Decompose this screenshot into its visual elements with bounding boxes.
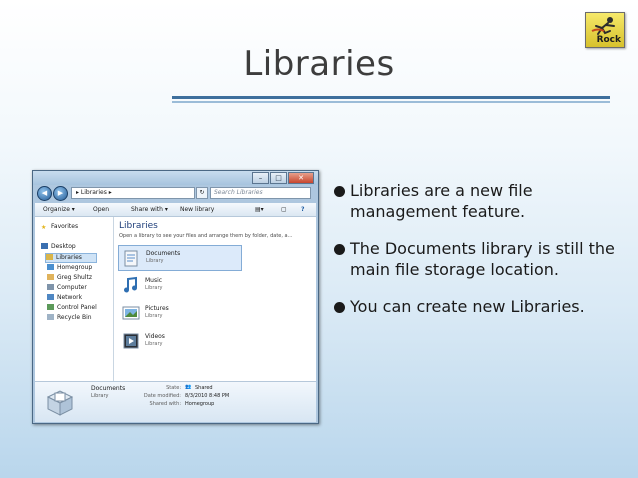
new-library-button[interactable]: New library — [180, 205, 214, 214]
back-arrow-icon[interactable]: ◀ — [37, 186, 52, 201]
documents-icon — [124, 250, 138, 267]
maximize-button[interactable]: □ — [270, 172, 287, 184]
bullet-text: You can create new Libraries. — [350, 297, 585, 316]
minimize-button[interactable]: – — [252, 172, 269, 184]
libraries-icon — [46, 254, 53, 260]
preview-pane-icon[interactable]: ▢ — [281, 205, 287, 214]
library-item-pictures[interactable]: Pictures Library — [118, 301, 240, 325]
library-content-pane: Libraries Open a library to see your fil… — [114, 217, 316, 381]
details-type: Library — [91, 393, 109, 399]
pictures-icon — [122, 306, 140, 320]
bullet-dot-icon — [334, 186, 345, 197]
address-bar[interactable]: ▸ Libraries ▸ — [71, 187, 195, 199]
state-value: Shared — [195, 385, 213, 391]
title-underline — [172, 96, 610, 99]
recycle-bin-icon — [47, 314, 54, 320]
view-options-icon[interactable]: ▤▾ — [255, 205, 264, 214]
bullet-dot-icon — [334, 302, 345, 313]
command-toolbar: Organize ▾ Open Share with ▾ New library… — [35, 203, 316, 217]
navigation-pane: ★ Favorites Desktop Libraries Homegroup G… — [35, 217, 114, 381]
bullet-list: Libraries are a new file management feat… — [334, 180, 630, 333]
date-modified-label: Date modified: — [143, 393, 181, 399]
nav-item-control-panel[interactable]: Control Panel — [47, 304, 97, 312]
state-label: State: — [166, 385, 181, 391]
bullet-item: The Documents library is still the main … — [334, 238, 630, 280]
open-button[interactable]: Open — [93, 205, 109, 214]
nav-item-homegroup[interactable]: Homegroup — [47, 264, 92, 272]
shared-with-value: Homegroup — [185, 401, 215, 407]
logo-label: Rock — [596, 35, 621, 45]
library-item-documents[interactable]: Documents Library — [118, 245, 242, 271]
explorer-window-screenshot: – □ ✕ ◀ ▶ ▸ Libraries ▸ ↻ Search Librari… — [32, 170, 319, 424]
user-folder-icon — [47, 274, 54, 280]
nav-item-favorites[interactable]: ★ Favorites — [41, 223, 78, 231]
help-icon[interactable]: ? — [301, 205, 304, 214]
bullet-item: Libraries are a new file management feat… — [334, 180, 630, 222]
videos-icon — [123, 333, 139, 349]
window-titlebar: – □ ✕ — [33, 171, 318, 185]
slide-title: Libraries — [243, 44, 395, 84]
control-panel-icon — [47, 304, 54, 310]
address-path: ▸ Libraries ▸ — [76, 189, 112, 196]
bullet-dot-icon — [334, 244, 345, 255]
date-modified-value: 8/3/2010 8:48 PM — [185, 393, 230, 399]
homegroup-icon — [47, 264, 54, 270]
network-icon — [47, 294, 54, 300]
details-pane: Documents Library State: 👥 Shared Date m… — [35, 381, 316, 422]
forward-arrow-icon[interactable]: ▶ — [53, 186, 68, 201]
share-with-button[interactable]: Share with ▾ — [131, 205, 168, 214]
music-icon — [124, 276, 137, 293]
search-placeholder: Search Libraries — [214, 189, 263, 196]
nav-item-computer[interactable]: Computer — [47, 284, 87, 292]
title-underline-secondary — [172, 101, 610, 103]
nav-item-network[interactable]: Network — [47, 294, 82, 302]
address-row: ◀ ▶ ▸ Libraries ▸ ↻ Search Libraries — [35, 185, 316, 201]
runner-icon — [591, 17, 615, 35]
search-input[interactable]: Search Libraries — [210, 187, 311, 199]
documents-large-icon — [46, 390, 74, 416]
nav-item-user[interactable]: Greg Shultz — [47, 274, 92, 282]
library-item-videos[interactable]: Videos Library — [118, 329, 240, 353]
bullet-item: You can create new Libraries. — [334, 296, 630, 317]
rock-logo: Rock — [585, 12, 625, 48]
organize-button[interactable]: Organize ▾ — [43, 205, 75, 214]
window-controls: – □ ✕ — [251, 172, 314, 184]
star-icon: ★ — [41, 224, 47, 231]
refresh-icon[interactable]: ↻ — [196, 187, 208, 199]
close-button[interactable]: ✕ — [288, 172, 314, 184]
bullet-text: Libraries are a new file management feat… — [350, 181, 533, 221]
library-item-music[interactable]: Music Library — [118, 273, 240, 297]
content-subtitle: Open a library to see your files and arr… — [119, 233, 293, 239]
desktop-icon — [41, 243, 48, 249]
computer-icon — [47, 284, 54, 290]
nav-item-desktop[interactable]: Desktop — [41, 243, 76, 251]
content-title: Libraries — [119, 221, 158, 231]
shared-with-label: Shared with: — [149, 401, 181, 407]
bullet-text: The Documents library is still the main … — [350, 239, 615, 279]
nav-item-recycle-bin[interactable]: Recycle Bin — [47, 314, 92, 322]
nav-item-libraries[interactable]: Libraries — [45, 253, 97, 263]
shared-icon: 👥 — [185, 384, 192, 390]
